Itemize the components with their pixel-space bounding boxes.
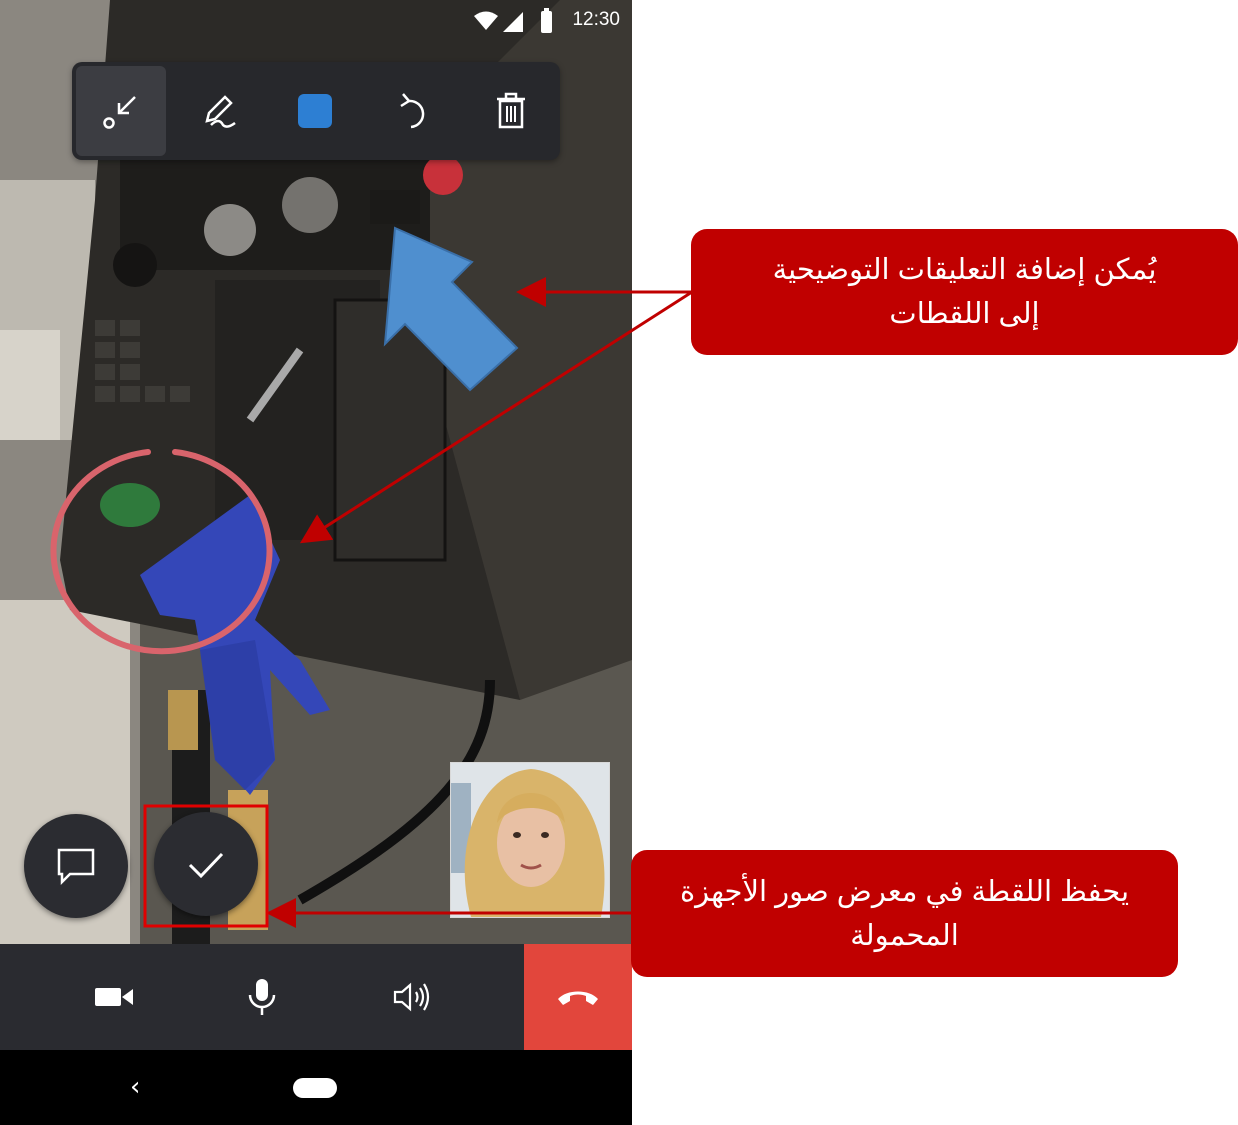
annotation-callout-line1: يُمكن إضافة التعليقات التوضيحية [772,254,1157,286]
home-button[interactable] [293,1078,337,1098]
chat-button[interactable] [24,814,128,918]
microphone-icon [248,979,276,1015]
status-time: 12:30 [572,9,620,30]
trash-icon [497,92,525,129]
checkmark-icon [188,852,224,879]
color-picker-button[interactable] [270,66,360,156]
save-callout-line2: المحمولة [850,919,959,952]
undo-button[interactable] [370,66,460,156]
pen-tool-button[interactable] [174,66,264,156]
end-call-button[interactable] [524,944,632,1050]
delete-button[interactable] [466,66,556,156]
speaker-button[interactable] [372,944,452,1050]
self-video-pip[interactable] [450,762,610,918]
undo-icon [400,93,425,129]
video-toggle-button[interactable] [74,944,154,1050]
microphone-button[interactable] [222,944,302,1050]
speaker-icon [393,982,430,1012]
save-snapshot-button[interactable] [154,812,258,916]
participant-video [451,763,609,917]
save-callout-line1: يحفظ اللقطة في معرض صور الأجهزة [679,875,1130,908]
pointer-tool-button[interactable] [76,66,166,156]
annotation-toolbar [72,62,560,160]
color-swatch-icon [298,94,332,128]
save-callout: يحفظ اللقطة في معرض صور الأجهزة المحمولة [631,850,1178,977]
pen-icon [205,95,236,128]
end-call-icon [558,991,598,1005]
call-control-bar [0,944,632,1050]
annotation-callout: يُمكن إضافة التعليقات التوضيحية إلى اللق… [691,229,1238,355]
system-nav-bar: ‹ [0,1050,632,1125]
phone-screen: 12:30 ‹ [0,0,632,1125]
signal-battery-icons [474,8,552,33]
status-bar: 12:30 [0,0,632,44]
video-icon [95,988,133,1006]
annotation-callout-line2: إلى اللقطات [889,298,1040,330]
chat-bubble-icon [57,848,95,886]
back-button[interactable]: ‹ [130,1072,140,1102]
arrow-pointer-icon [103,96,136,129]
